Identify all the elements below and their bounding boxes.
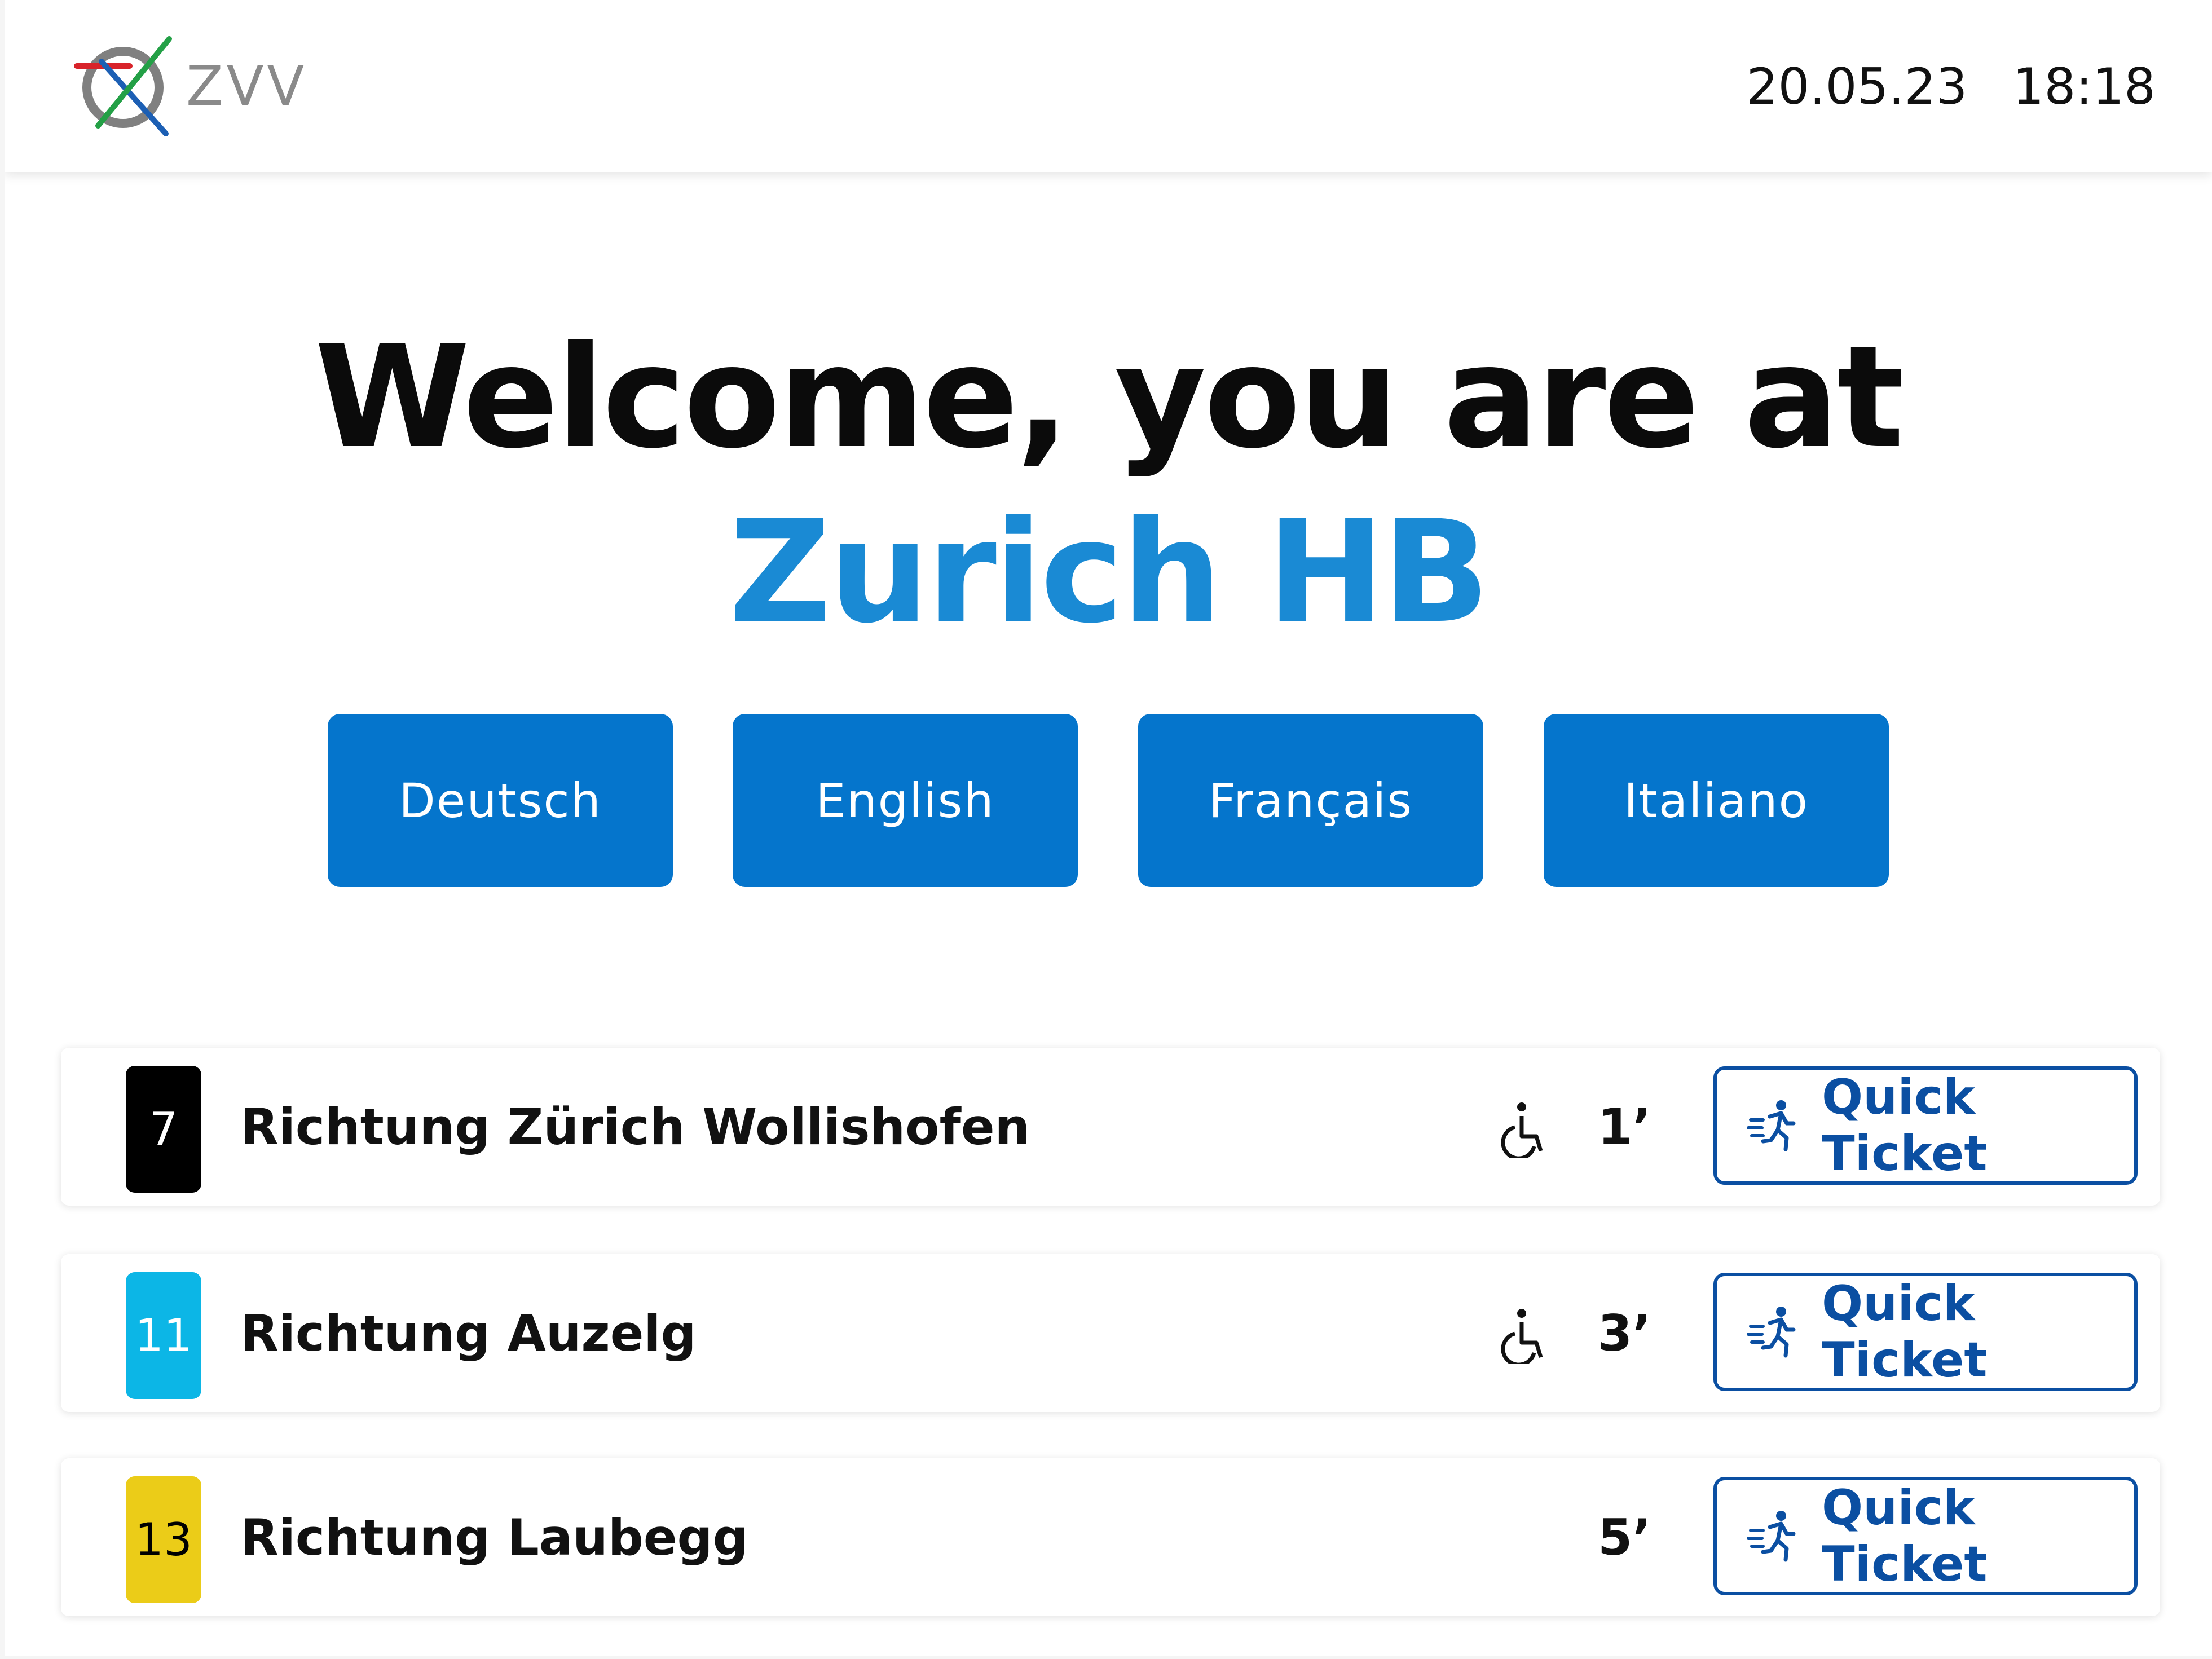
kiosk-screen: ZVV 20.05.23 18:18 Welcome, you are at Zu… [5, 0, 2212, 1656]
date-text: 20.05.23 [1746, 58, 1968, 116]
line-badge: 13 [126, 1476, 201, 1603]
time-text: 18:18 [2012, 58, 2156, 116]
destination-text: Richtung Zürich Wollishofen [240, 1097, 1030, 1156]
quick-ticket-label: Quick Ticket [1822, 1069, 1988, 1182]
departure-minutes: 1’ [1598, 1097, 1651, 1156]
running-person-icon [1747, 1511, 1796, 1562]
logo-text: ZVV [186, 55, 308, 118]
quick-ticket-label: Quick Ticket [1822, 1276, 1988, 1388]
departure-minutes: 5’ [1598, 1508, 1651, 1567]
wheelchair-icon [1499, 1308, 1550, 1367]
running-person-icon [1747, 1307, 1796, 1358]
wheelchair-icon [1499, 1101, 1550, 1161]
line-badge: 11 [126, 1272, 201, 1399]
line-badge: 7 [126, 1066, 201, 1193]
date-time: 20.05.23 18:18 [1747, 58, 2156, 116]
departure-row: 11 Richtung Auzelg 3’ Quick Ticket [61, 1254, 2160, 1412]
station-name: Zurich HB [729, 490, 1490, 654]
language-selector: Deutsch English Français Italiano [328, 714, 1896, 887]
language-button-italiano[interactable]: Italiano [1544, 714, 1889, 887]
welcome-heading: Welcome, you are at [314, 315, 1905, 479]
language-button-english[interactable]: English [733, 714, 1078, 887]
zvv-logo: ZVV [67, 31, 304, 144]
quick-ticket-button[interactable]: Quick Ticket [1713, 1066, 2138, 1185]
header-bar: ZVV 20.05.23 18:18 [5, 0, 2212, 172]
quick-ticket-label: Quick Ticket [1822, 1480, 1988, 1592]
running-person-icon [1747, 1100, 1796, 1151]
language-button-deutsch[interactable]: Deutsch [328, 714, 673, 887]
quick-ticket-button[interactable]: Quick Ticket [1713, 1273, 2138, 1391]
departure-row: 7 Richtung Zürich Wollishofen 1’ Quick T… [61, 1048, 2160, 1206]
language-button-francais[interactable]: Français [1138, 714, 1483, 887]
destination-text: Richtung Auzelg [240, 1304, 697, 1362]
quick-ticket-button[interactable]: Quick Ticket [1713, 1477, 2138, 1595]
destination-text: Richtung Laubegg [240, 1508, 748, 1567]
departure-minutes: 3’ [1598, 1304, 1651, 1362]
zvv-logo-icon [74, 36, 172, 136]
departure-row: 13 Richtung Laubegg 5’ Quick Ticket [61, 1458, 2160, 1616]
